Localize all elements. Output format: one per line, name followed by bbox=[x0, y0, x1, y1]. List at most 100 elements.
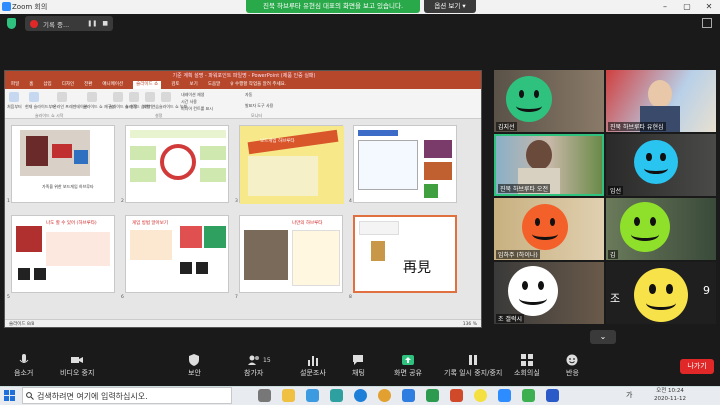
view-options-button[interactable]: 옵션 보기 ▾ bbox=[424, 0, 476, 13]
close-button[interactable]: ✕ bbox=[698, 0, 720, 14]
chat-button[interactable]: 채팅 bbox=[352, 354, 365, 384]
toolbar-label: 화면 공유 bbox=[394, 369, 422, 377]
setup-show-icon[interactable] bbox=[113, 92, 123, 102]
mail-icon[interactable] bbox=[306, 389, 319, 402]
slide-sorter-canvas: 가족을 위한 보드게임 하브루타 1 2 보드게임 하브루타 3 4 나도 할 … bbox=[5, 119, 481, 319]
ppt-ribbon-tabs: 파일 홈 삽입 디자인 전환 애니메이션 슬라이드 쇼 검토 보기 도움말 ♀ … bbox=[5, 81, 481, 89]
store-icon[interactable] bbox=[402, 389, 415, 402]
participant-count: 15 bbox=[263, 357, 271, 364]
polls-button[interactable]: 설문조사 bbox=[300, 354, 326, 384]
leave-button[interactable]: 나가기 bbox=[680, 359, 714, 374]
slide-thumbnail-6[interactable]: 게임 방법 알아보기 bbox=[125, 215, 229, 293]
pause-recording-button[interactable]: ❚❚ bbox=[87, 20, 97, 27]
ribbon-label: 현재 슬라이드부터 bbox=[25, 104, 56, 109]
share-screen-button[interactable]: 화면 공유 bbox=[394, 354, 422, 384]
pause-stop-recording-button[interactable]: 기록 일시 중지/중지 bbox=[444, 354, 502, 384]
ppt-tab-help[interactable]: 도움말 bbox=[208, 81, 220, 89]
slide-number: 7 bbox=[235, 295, 238, 300]
participant-name: 임하주 (하이나) bbox=[496, 250, 540, 259]
fullscreen-icon[interactable] bbox=[702, 18, 712, 28]
breakout-rooms-button[interactable]: 소회의실 bbox=[514, 354, 540, 384]
maximize-button[interactable]: ▢ bbox=[676, 0, 698, 14]
reactions-button[interactable]: 반응 bbox=[566, 354, 579, 384]
chrome-icon[interactable] bbox=[378, 389, 391, 402]
participant-tile-3[interactable]: 진북 하브루타 오전 bbox=[494, 134, 604, 196]
slide-thumbnail-7[interactable]: 나만의 하브루타 bbox=[239, 215, 343, 293]
internet-explorer-icon[interactable] bbox=[354, 389, 367, 402]
ppt-tab-slideshow[interactable]: 슬라이드 쇼 bbox=[133, 81, 162, 89]
ppt-tab-view[interactable]: 보기 bbox=[190, 81, 198, 89]
kakaotalk-icon[interactable] bbox=[474, 389, 487, 402]
slide-thumbnail-1[interactable]: 가족을 위한 보드게임 하브루타 bbox=[11, 125, 115, 203]
edge-icon[interactable] bbox=[330, 389, 343, 402]
media-controls-checkbox[interactable]: 미디어 컨트롤 표시 bbox=[181, 106, 213, 112]
ppt-tab-home[interactable]: 홈 bbox=[29, 81, 33, 89]
custom-show-icon[interactable] bbox=[87, 92, 97, 102]
ppt-tab-design[interactable]: 디자인 bbox=[62, 81, 74, 89]
slide-thumbnail-4[interactable] bbox=[353, 125, 457, 203]
app-icon[interactable] bbox=[522, 389, 535, 402]
powerpoint-icon[interactable] bbox=[450, 389, 463, 402]
ppt-tab-file[interactable]: 파일 bbox=[11, 81, 19, 89]
share-screen-icon bbox=[402, 355, 414, 365]
slide-title: 나만의 하브루타 bbox=[292, 221, 323, 226]
taskbar-clock[interactable]: 오전 10:24 2020-11-12 bbox=[646, 387, 694, 405]
slide-thumbnail-8[interactable]: 再見 bbox=[353, 215, 457, 293]
encryption-shield-icon[interactable] bbox=[7, 18, 16, 29]
mute-button[interactable]: 음소거 bbox=[14, 354, 33, 384]
zoom-level[interactable]: 136 % bbox=[463, 320, 477, 327]
word-icon[interactable] bbox=[546, 389, 559, 402]
task-view-icon[interactable] bbox=[258, 389, 271, 402]
participants-button[interactable]: 참가자 bbox=[244, 354, 263, 384]
slide-title: 게임 방법 알아보기 bbox=[132, 221, 168, 226]
file-explorer-icon[interactable] bbox=[282, 389, 295, 402]
participant-tile-7[interactable]: 조 갤럭시 bbox=[494, 262, 604, 324]
ppt-tab-insert[interactable]: 삽입 bbox=[43, 81, 51, 89]
windows-start-icon[interactable] bbox=[4, 390, 15, 401]
monitor-select[interactable]: 자동 bbox=[245, 92, 252, 98]
smiley-face-icon bbox=[634, 140, 678, 184]
participant-tile-2[interactable]: 진북 하브루타 유현심 bbox=[606, 70, 716, 132]
smiley-face-icon bbox=[506, 76, 552, 122]
slide-thumbnail-2[interactable] bbox=[125, 125, 229, 203]
window-controls: – ▢ ✕ bbox=[654, 0, 720, 14]
participant-tile-8[interactable]: 조 9 bbox=[606, 262, 716, 324]
participant-tile-4[interactable]: 임선 bbox=[606, 134, 716, 196]
toolbar-label: 반응 bbox=[566, 369, 579, 377]
rehearse-icon[interactable] bbox=[145, 92, 155, 102]
participant-tile-5[interactable]: 임하주 (하이나) bbox=[494, 198, 604, 260]
gallery-next-button[interactable]: ⌄ bbox=[590, 330, 616, 344]
minimize-button[interactable]: – bbox=[654, 0, 676, 14]
participants-icon bbox=[247, 355, 259, 365]
slide-number: 2 bbox=[121, 199, 124, 204]
slide-thumbnail-5[interactable]: 나도 할 수 있어 (하브루타) bbox=[11, 215, 115, 293]
ppt-tab-animations[interactable]: 애니메이션 bbox=[102, 81, 123, 89]
narration-checkbox[interactable]: 내레이션 재생 bbox=[181, 92, 204, 98]
record-show-icon[interactable] bbox=[161, 92, 171, 102]
ppt-tab-transitions[interactable]: 전환 bbox=[84, 81, 92, 89]
online-present-icon[interactable] bbox=[57, 92, 67, 102]
ime-indicator[interactable]: 가 bbox=[626, 390, 632, 400]
hide-slide-icon[interactable] bbox=[129, 92, 139, 102]
participant-tile-1[interactable]: 김지선 bbox=[494, 70, 604, 132]
stop-recording-button[interactable]: ■ bbox=[102, 20, 108, 27]
slide-number: 5 bbox=[7, 295, 10, 300]
ppt-tab-review[interactable]: 검토 bbox=[171, 81, 179, 89]
from-beginning-icon[interactable] bbox=[9, 92, 19, 102]
excel-icon[interactable] bbox=[426, 389, 439, 402]
ppt-tell-me[interactable]: ♀ 수행할 작업을 알려 주세요. bbox=[230, 81, 286, 89]
participant-tile-6[interactable]: 김 bbox=[606, 198, 716, 260]
window-title: Zoom 회의 bbox=[12, 3, 48, 11]
timings-checkbox[interactable]: 시간 사용 bbox=[181, 99, 197, 105]
zoom-taskbar-icon[interactable] bbox=[498, 389, 511, 402]
toolbar-label: 기록 일시 중지/중지 bbox=[444, 369, 503, 377]
presenter-view-checkbox[interactable]: 발표자 도구 사용 bbox=[245, 103, 273, 109]
slide-thumbnail-3[interactable]: 보드게임 하브루타 bbox=[239, 125, 344, 204]
ribbon-label: 예행 연습 bbox=[143, 104, 159, 109]
from-current-icon[interactable] bbox=[29, 92, 39, 102]
pause-record-icon bbox=[469, 355, 478, 365]
taskbar-search-input[interactable]: 검색하려면 여기에 입력하십시오. bbox=[22, 387, 232, 404]
security-button[interactable]: 보안 bbox=[188, 354, 201, 384]
participant-name: 김 bbox=[608, 250, 618, 259]
stop-video-button[interactable]: 비디오 중지 bbox=[60, 354, 94, 384]
